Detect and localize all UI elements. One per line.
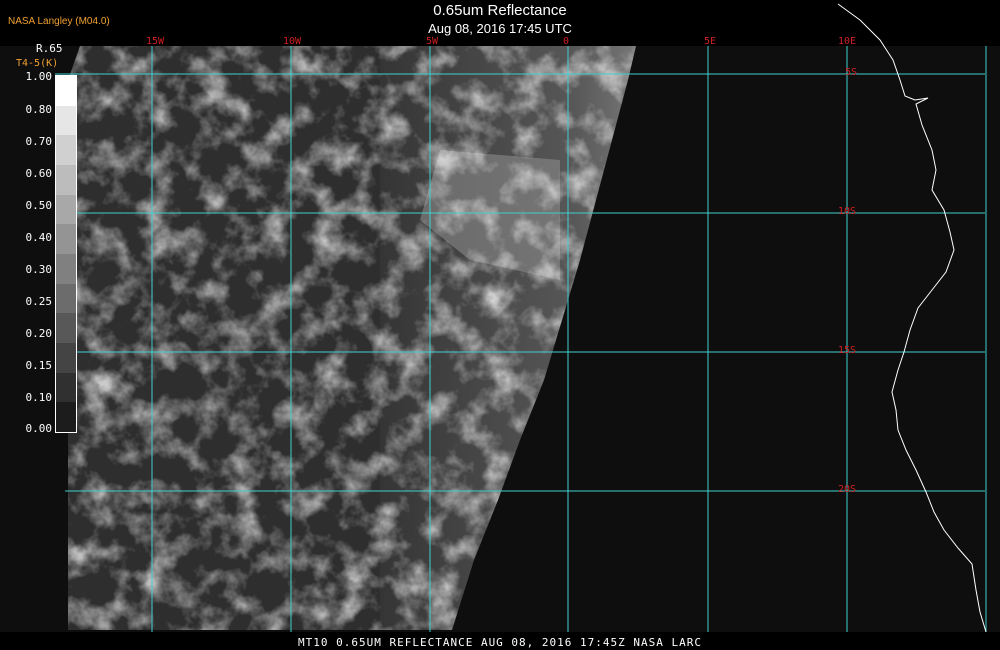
legend-tick: 0.25	[25, 295, 53, 308]
legend-tick: 0.50	[25, 199, 53, 212]
lat-label-15s: 15S	[838, 345, 857, 356]
lon-label-5e: 5E	[704, 36, 717, 47]
legend-tick: 0.20	[25, 327, 53, 340]
lat-label-20s: 20S	[838, 484, 857, 495]
legend-title: R.65	[36, 42, 63, 55]
legend-subtitle: T4-5(K)	[16, 58, 59, 69]
legend-tick: 0.40	[25, 231, 53, 244]
lon-label-10w: 10W	[283, 36, 302, 47]
lat-label-10s: 10S	[838, 206, 857, 217]
legend-tick: 0.80	[25, 103, 53, 116]
lon-label-5w: 5W	[426, 36, 439, 47]
legend-tick: 0.10	[25, 391, 53, 404]
legend-tick: 1.00	[25, 70, 53, 83]
lon-label-0: 0	[563, 36, 570, 47]
satellite-map	[0, 3, 1000, 633]
legend-tick: 0.00	[25, 422, 53, 435]
footer-caption: MT10 0.65UM REFLECTANCE AUG 08, 2016 17:…	[298, 636, 702, 649]
color-scale-bar	[55, 75, 77, 433]
legend-tick: 0.60	[25, 167, 53, 180]
lat-label-5s: 5S	[845, 67, 858, 78]
lon-label-15w: 15W	[146, 36, 165, 47]
lon-label-10e: 10E	[838, 36, 857, 47]
legend-tick: 0.70	[25, 135, 53, 148]
legend-tick: 0.15	[25, 359, 53, 372]
legend-tick: 0.30	[25, 263, 53, 276]
